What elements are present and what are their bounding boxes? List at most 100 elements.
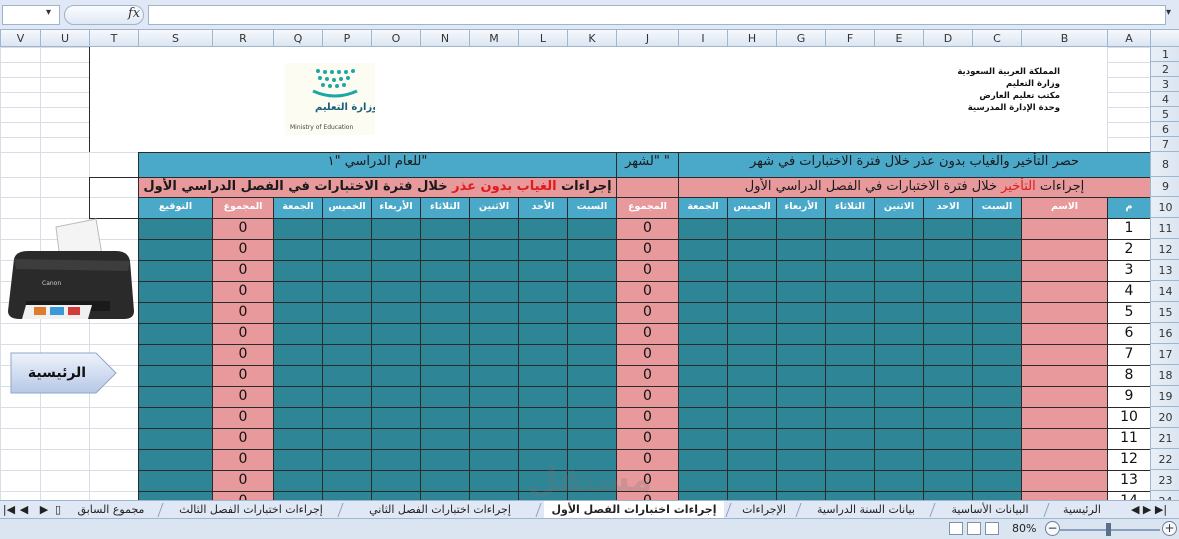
- serial-cell[interactable]: 11: [1107, 428, 1150, 450]
- day-cell[interactable]: [972, 365, 1022, 387]
- day-cell[interactable]: [776, 407, 826, 429]
- day-cell[interactable]: [322, 239, 372, 261]
- day-cell[interactable]: [678, 344, 728, 366]
- day-cell[interactable]: [923, 386, 973, 408]
- day-cell[interactable]: [727, 386, 777, 408]
- day-cell[interactable]: [972, 218, 1022, 240]
- day-cell[interactable]: [678, 323, 728, 345]
- day-cell[interactable]: [874, 470, 924, 492]
- student-name-cell[interactable]: [1021, 323, 1108, 345]
- insert-function-icon[interactable]: fx: [128, 6, 140, 21]
- day-cell[interactable]: [420, 449, 470, 471]
- day-cell[interactable]: [727, 218, 777, 240]
- day-cell[interactable]: [518, 365, 568, 387]
- serial-cell[interactable]: 14: [1107, 491, 1150, 500]
- banner-lateness-procedures[interactable]: إجراءات التأخير خلال فترة الاختبارات في …: [678, 177, 1150, 198]
- home-button[interactable]: الرئيسية: [10, 352, 104, 394]
- row-header[interactable]: 16: [1151, 323, 1179, 344]
- tab-scroll-first-icon[interactable]: |◀: [2, 501, 16, 518]
- row-header[interactable]: 18: [1151, 365, 1179, 386]
- expand-formula-bar-icon[interactable]: ▾: [1166, 7, 1171, 18]
- student-name-cell[interactable]: [1021, 386, 1108, 408]
- serial-cell[interactable]: 1: [1107, 218, 1150, 240]
- row-header[interactable]: 3: [1151, 77, 1179, 92]
- student-name-cell[interactable]: [1021, 344, 1108, 366]
- student-name-cell[interactable]: [1021, 407, 1108, 429]
- day-cell[interactable]: [138, 218, 213, 240]
- day-cell[interactable]: [469, 407, 519, 429]
- day-cell[interactable]: [420, 218, 470, 240]
- header-name[interactable]: الاسم: [1021, 197, 1108, 219]
- day-cell[interactable]: [273, 365, 323, 387]
- day-cell[interactable]: [567, 218, 617, 240]
- day-cell[interactable]: [825, 323, 875, 345]
- day-cell[interactable]: [874, 386, 924, 408]
- day-cell[interactable]: [825, 302, 875, 324]
- day-cell[interactable]: [923, 365, 973, 387]
- day-cell[interactable]: [371, 218, 421, 240]
- day-cell[interactable]: [420, 386, 470, 408]
- day-cell[interactable]: [469, 386, 519, 408]
- day-cell[interactable]: [138, 428, 213, 450]
- day-cell[interactable]: [678, 281, 728, 303]
- row-header[interactable]: 5: [1151, 107, 1179, 122]
- day-cell[interactable]: [322, 386, 372, 408]
- tab-procedures[interactable]: الإجراءات: [734, 501, 794, 518]
- total-absence-cell[interactable]: 0: [212, 386, 274, 408]
- day-cell[interactable]: [972, 281, 1022, 303]
- day-cell[interactable]: [322, 281, 372, 303]
- day-cell[interactable]: [371, 386, 421, 408]
- day-cell[interactable]: [567, 407, 617, 429]
- column-header[interactable]: K: [567, 30, 616, 47]
- total-absence-cell[interactable]: 0: [212, 218, 274, 240]
- day-cell[interactable]: [322, 470, 372, 492]
- day-cell[interactable]: [923, 218, 973, 240]
- day-cell[interactable]: [825, 365, 875, 387]
- day-cell[interactable]: [420, 239, 470, 261]
- total-absence-cell[interactable]: 0: [212, 365, 274, 387]
- day-cell[interactable]: [678, 428, 728, 450]
- column-header[interactable]: O: [371, 30, 420, 47]
- column-header[interactable]: V: [0, 30, 40, 47]
- day-cell[interactable]: [567, 365, 617, 387]
- day-cell[interactable]: [874, 323, 924, 345]
- day-cell[interactable]: [727, 428, 777, 450]
- day-cell[interactable]: [727, 470, 777, 492]
- student-name-cell[interactable]: [1021, 218, 1108, 240]
- day-cell[interactable]: [727, 344, 777, 366]
- day-cell[interactable]: [420, 281, 470, 303]
- day-cell[interactable]: [469, 428, 519, 450]
- day-cell[interactable]: [678, 365, 728, 387]
- day-cell[interactable]: [923, 239, 973, 261]
- day-cell[interactable]: [776, 344, 826, 366]
- header-sat[interactable]: السبت: [567, 197, 617, 219]
- day-cell[interactable]: [322, 302, 372, 324]
- day-cell[interactable]: [678, 260, 728, 282]
- day-cell[interactable]: [825, 428, 875, 450]
- day-cell[interactable]: [273, 344, 323, 366]
- day-cell[interactable]: [972, 470, 1022, 492]
- day-cell[interactable]: [825, 407, 875, 429]
- day-cell[interactable]: [138, 302, 213, 324]
- name-box[interactable]: [2, 5, 60, 25]
- day-cell[interactable]: [138, 491, 213, 500]
- day-cell[interactable]: [776, 281, 826, 303]
- row-header[interactable]: 23: [1151, 470, 1179, 491]
- tab-navigation-icon[interactable]: ◀ ▶ ▶|: [1122, 501, 1176, 518]
- header-tue_r[interactable]: الثلاثاء: [825, 197, 875, 219]
- day-cell[interactable]: [420, 344, 470, 366]
- header-thu[interactable]: الخميس: [322, 197, 372, 219]
- day-cell[interactable]: [727, 239, 777, 261]
- day-cell[interactable]: [138, 407, 213, 429]
- header-m[interactable]: م: [1107, 197, 1150, 219]
- row-header[interactable]: 11: [1151, 218, 1179, 239]
- day-cell[interactable]: [972, 428, 1022, 450]
- day-cell[interactable]: [371, 239, 421, 261]
- total-lateness-cell[interactable]: 0: [616, 260, 679, 282]
- select-all-corner[interactable]: [1150, 30, 1179, 47]
- day-cell[interactable]: [567, 344, 617, 366]
- column-header[interactable]: F: [825, 30, 874, 47]
- day-cell[interactable]: [567, 302, 617, 324]
- day-cell[interactable]: [923, 344, 973, 366]
- day-cell[interactable]: [727, 260, 777, 282]
